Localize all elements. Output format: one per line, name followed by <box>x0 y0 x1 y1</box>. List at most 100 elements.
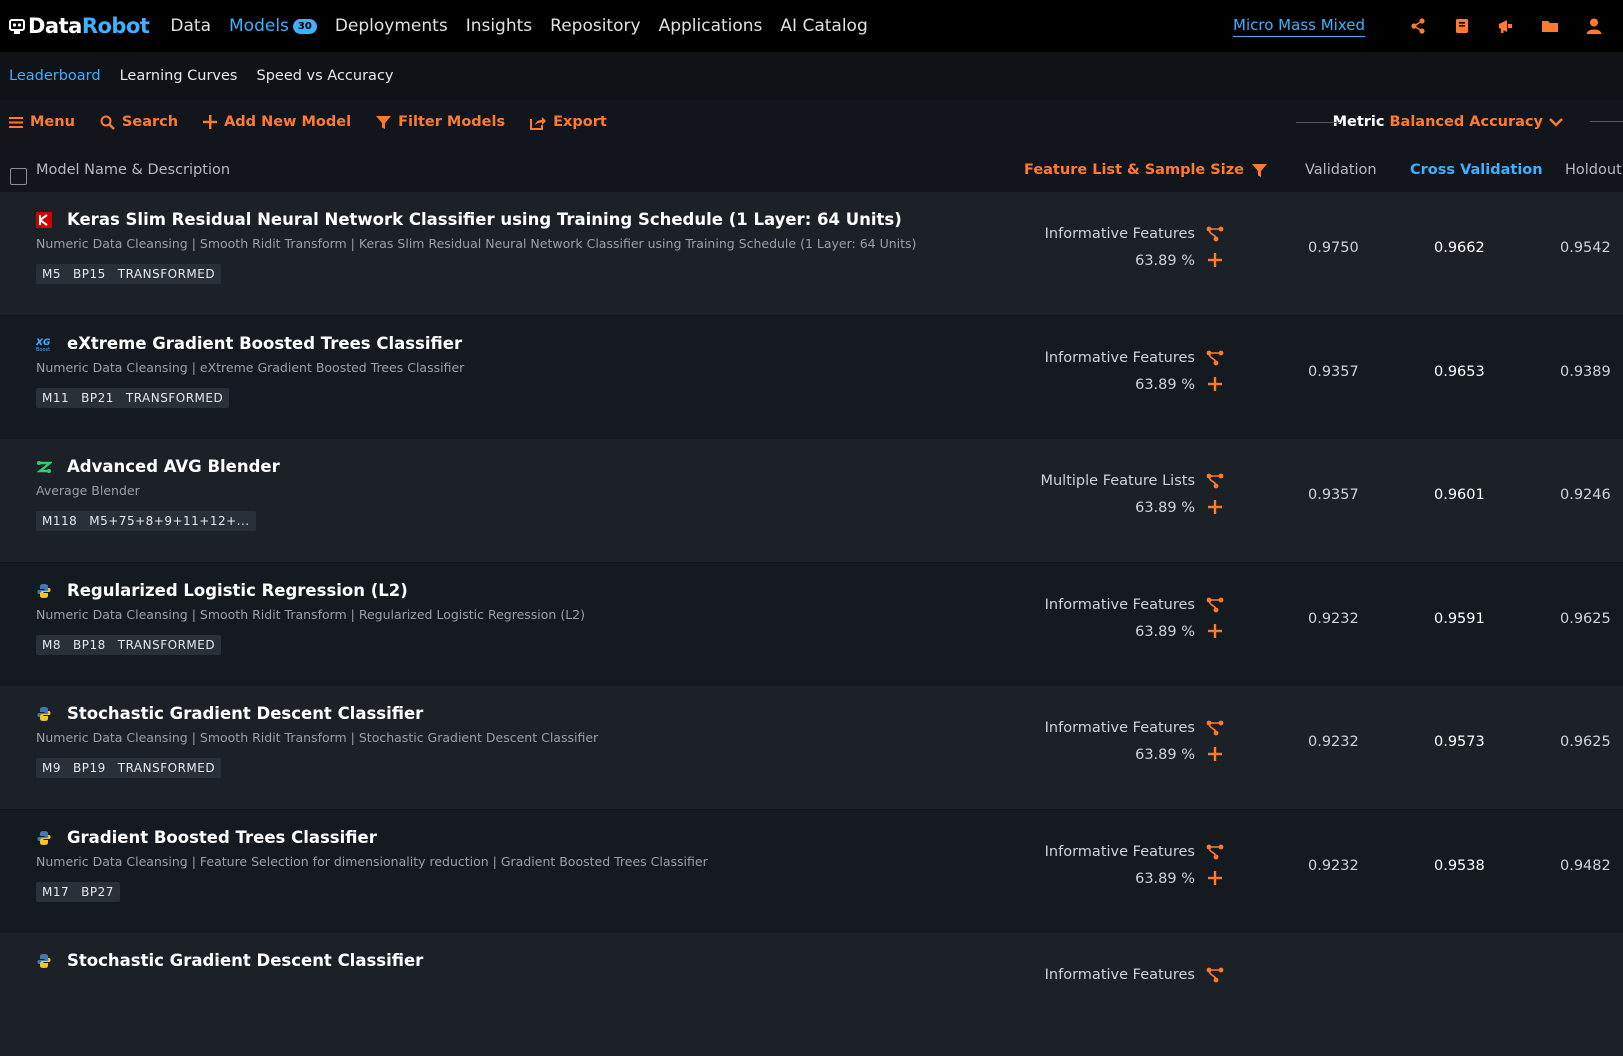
python-icon <box>36 583 52 599</box>
add-sample-plus-icon[interactable] <box>1208 623 1222 642</box>
model-tag: TRANSFORMED <box>117 267 216 281</box>
model-tag: M118 <box>42 514 78 528</box>
column-header-cross-validation[interactable]: Cross Validation <box>1410 162 1543 178</box>
feature-list-network-icon[interactable] <box>1206 226 1224 246</box>
feature-list-network-icon[interactable] <box>1206 597 1224 617</box>
nav-deployments[interactable]: Deployments <box>335 16 448 36</box>
datarobot-logo[interactable]: Data Robot <box>8 14 150 38</box>
feature-list-header-label: Feature List & Sample Size <box>1024 162 1244 178</box>
table-row[interactable]: Stochastic Gradient Descent Classifier Nu… <box>0 686 1623 809</box>
model-title[interactable]: Regularized Logistic Regression (L2) <box>67 581 408 600</box>
menu-button[interactable]: Menu <box>9 114 75 130</box>
user-icon[interactable] <box>1585 17 1603 35</box>
export-button[interactable]: Export <box>530 114 607 130</box>
model-title[interactable]: Advanced AVG Blender <box>67 457 280 476</box>
column-header-validation[interactable]: Validation <box>1305 162 1377 178</box>
nav-data[interactable]: Data <box>170 16 211 36</box>
select-all-checkbox[interactable] <box>10 168 27 185</box>
model-tag: TRANSFORMED <box>117 637 216 652</box>
feature-list-network-icon[interactable] <box>1206 967 1224 987</box>
nav-ai-catalog[interactable]: AI Catalog <box>780 16 867 36</box>
cross-validation-score: 0.9591 <box>1434 610 1485 627</box>
model-tag: BP27 <box>81 884 114 899</box>
model-tags: M8 BP18 TRANSFORMED <box>36 634 222 655</box>
folder-icon[interactable] <box>1541 17 1559 35</box>
model-title[interactable]: eXtreme Gradient Boosted Trees Classifie… <box>67 334 462 353</box>
add-sample-plus-icon[interactable] <box>1208 499 1222 518</box>
feature-list-name[interactable]: Informative Features <box>1045 597 1195 613</box>
table-row[interactable]: Regularized Logistic Regression (L2) Nume… <box>0 562 1623 686</box>
robot-logo-icon <box>9 19 25 34</box>
model-tag: TRANSFORMED <box>125 390 224 405</box>
metric-divider-right <box>1590 121 1623 122</box>
model-title[interactable]: Stochastic Gradient Descent Classifier <box>67 951 423 970</box>
xgboost-icon: XG Boost <box>35 336 52 353</box>
table-row[interactable]: Gradient Boosted Trees Classifier Numeric… <box>0 809 1623 933</box>
table-row[interactable]: Stochastic Gradient Descent Classifier In… <box>0 933 1623 1056</box>
column-header-name[interactable]: Model Name & Description <box>36 162 230 178</box>
model-description: Numeric Data Cleansing | Smooth Ridit Tr… <box>36 236 917 251</box>
add-new-model-button[interactable]: Add New Model <box>203 114 351 130</box>
validation-score: 0.9232 <box>1308 734 1359 750</box>
megaphone-icon[interactable] <box>1497 17 1515 35</box>
metric-selector[interactable]: Metric Balanced Accuracy <box>1333 100 1563 144</box>
filter-models-button[interactable]: Filter Models <box>376 114 505 130</box>
feature-list-name[interactable]: Informative Features <box>1045 844 1195 860</box>
model-tag: BP21 <box>81 390 114 405</box>
model-tags: M9 BP19 TRANSFORMED <box>36 758 222 778</box>
feature-list-name[interactable]: Multiple Feature Lists <box>1040 473 1195 489</box>
model-tags: M118 M5+75+8+9+11+12+... <box>36 511 256 531</box>
model-tag: TRANSFORMED <box>117 761 216 775</box>
add-sample-plus-icon[interactable] <box>1208 746 1222 765</box>
model-tag: M5+75+8+9+11+12+... <box>89 514 250 528</box>
tab-speed-vs-accuracy[interactable]: Speed vs Accuracy <box>256 68 393 84</box>
share-icon[interactable] <box>1409 17 1427 35</box>
menu-label: Menu <box>30 114 75 130</box>
table-row[interactable]: Keras Slim Residual Neural Network Class… <box>0 192 1623 315</box>
table-row[interactable]: XG Boost eXtreme Gradient Boosted Trees Cl… <box>0 315 1623 439</box>
column-header-holdout[interactable]: Holdout <box>1565 162 1622 178</box>
add-sample-plus-icon[interactable] <box>1208 870 1222 889</box>
add-sample-plus-icon[interactable] <box>1208 252 1222 271</box>
nav-applications[interactable]: Applications <box>659 16 763 36</box>
column-header-feature-list[interactable]: Feature List & Sample Size <box>1024 162 1267 178</box>
nav-models[interactable]: Models 30 <box>229 16 317 36</box>
nav-models-label: Models <box>229 16 289 36</box>
model-tag: BP19 <box>73 761 106 775</box>
leaderboard-toolbar: Menu Search Add New Model Filter Models … <box>0 100 1623 144</box>
feature-list-network-icon[interactable] <box>1206 720 1224 740</box>
project-name-link[interactable]: Micro Mass Mixed <box>1233 16 1365 37</box>
models-subnav: Leaderboard Learning Curves Speed vs Acc… <box>0 52 1623 100</box>
model-tag: BP15 <box>73 267 106 281</box>
feature-list-network-icon[interactable] <box>1206 473 1224 493</box>
holdout-score: 0.9389 <box>1560 363 1611 380</box>
model-description: Average Blender <box>36 483 140 498</box>
logo-text-robot: Robot <box>81 14 150 38</box>
search-button[interactable]: Search <box>100 114 178 130</box>
model-title[interactable]: Keras Slim Residual Neural Network Class… <box>67 210 902 229</box>
model-title[interactable]: Gradient Boosted Trees Classifier <box>67 828 377 847</box>
nav-repository[interactable]: Repository <box>550 16 640 36</box>
feature-list-name[interactable]: Informative Features <box>1045 720 1195 736</box>
feature-list-name[interactable]: Informative Features <box>1045 350 1195 366</box>
cross-validation-score: 0.9601 <box>1434 487 1485 503</box>
tab-learning-curves[interactable]: Learning Curves <box>120 68 238 84</box>
model-description: Numeric Data Cleansing | Smooth Ridit Tr… <box>36 606 585 622</box>
nav-insights[interactable]: Insights <box>466 16 532 36</box>
book-icon[interactable] <box>1453 17 1471 35</box>
model-tags: M17 BP27 <box>36 881 120 902</box>
holdout-score: 0.9625 <box>1560 734 1611 750</box>
add-sample-plus-icon[interactable] <box>1208 376 1222 395</box>
feature-list-network-icon[interactable] <box>1206 844 1224 864</box>
holdout-score: 0.9246 <box>1560 487 1611 503</box>
python-icon <box>36 706 52 722</box>
feature-list-name[interactable]: Informative Features <box>1045 226 1195 242</box>
tab-leaderboard[interactable]: Leaderboard <box>9 68 101 84</box>
model-description: Numeric Data Cleansing | eXtreme Gradien… <box>36 359 465 375</box>
blender-icon <box>36 459 54 475</box>
feature-list-network-icon[interactable] <box>1206 350 1224 370</box>
filter-icon <box>1252 163 1267 177</box>
export-icon <box>530 116 547 130</box>
model-title[interactable]: Stochastic Gradient Descent Classifier <box>67 704 423 723</box>
table-row[interactable]: Advanced AVG Blender Average Blender M118 M… <box>0 439 1623 562</box>
